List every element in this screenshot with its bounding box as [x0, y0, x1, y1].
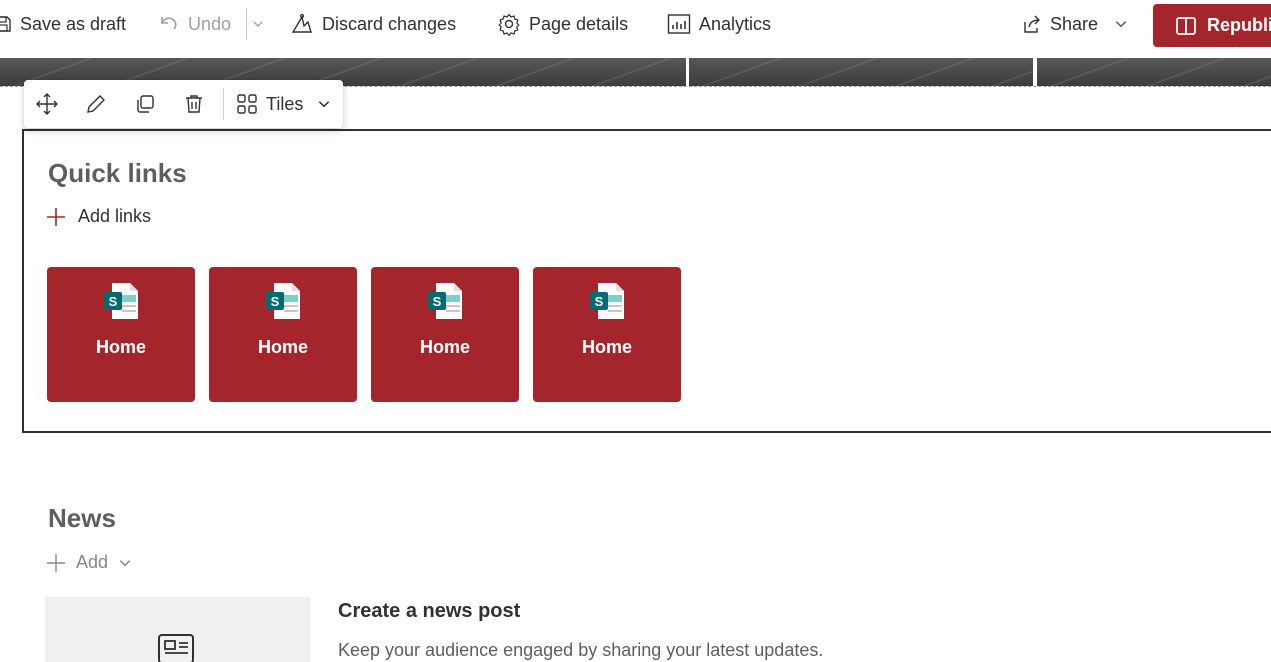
- chevron-down-icon: [1115, 21, 1127, 28]
- move-icon: [36, 93, 58, 115]
- news-add-label: Add: [76, 552, 109, 572]
- svg-text:S: S: [433, 294, 442, 309]
- duplicate-button[interactable]: [131, 90, 159, 118]
- webpart-toolbar: Tiles: [24, 80, 343, 128]
- banner-image-tile: [1037, 58, 1271, 86]
- layout-label: Tiles: [266, 93, 304, 114]
- toolbar-separator: [223, 88, 224, 120]
- undo-icon: [161, 17, 177, 30]
- sharepoint-page-icon: S: [428, 283, 462, 319]
- book-icon: [1176, 16, 1196, 35]
- create-news-post-link[interactable]: Create a news post: [338, 600, 520, 623]
- add-links-button[interactable]: Add links: [46, 206, 151, 227]
- command-bar: Save as draft Undo Discard changes Page …: [0, 0, 1271, 48]
- analytics-button[interactable]: Analytics: [667, 0, 771, 48]
- undo-button[interactable]: Undo: [158, 0, 231, 48]
- add-links-label: Add links: [78, 206, 152, 226]
- svg-text:S: S: [595, 294, 604, 309]
- tiles-layout-icon: [237, 94, 257, 114]
- edit-button[interactable]: [82, 90, 110, 118]
- layout-dropdown[interactable]: Tiles: [236, 80, 331, 128]
- quick-link-label: Home: [257, 337, 308, 357]
- quick-link-tile[interactable]: S Home: [533, 267, 681, 402]
- delete-icon: [186, 95, 202, 113]
- quick-link-tile[interactable]: S Home: [47, 267, 195, 402]
- svg-text:S: S: [109, 294, 118, 309]
- undo-dropdown-button[interactable]: [252, 0, 264, 48]
- duplicate-icon: [137, 95, 154, 113]
- move-button[interactable]: [33, 90, 61, 118]
- republish-label: Republi: [1207, 15, 1271, 35]
- page-details-label: Page details: [529, 13, 629, 34]
- edit-icon: [87, 95, 105, 113]
- discard-changes-label: Discard changes: [322, 13, 457, 34]
- quick-link-tile[interactable]: S Home: [209, 267, 357, 402]
- sharepoint-page-icon: S: [104, 283, 138, 319]
- gear-icon: [498, 13, 520, 36]
- plus-icon: [47, 553, 65, 572]
- undo-label: Undo: [188, 13, 232, 34]
- news-post-description: Keep your audience engaged by sharing yo…: [338, 640, 824, 660]
- plus-icon: [47, 207, 65, 226]
- save-icon: [0, 16, 11, 32]
- analytics-icon: [667, 14, 691, 34]
- quick-link-label: Home: [581, 337, 632, 357]
- chevron-down-icon: [319, 101, 330, 108]
- quick-links-title: Quick links: [48, 158, 187, 188]
- news-post-thumbnail[interactable]: [45, 597, 310, 662]
- undo-separator: [246, 8, 247, 40]
- chevron-down-icon: [253, 21, 263, 27]
- republish-button[interactable]: Republi: [1153, 4, 1271, 47]
- share-button[interactable]: Share: [1022, 0, 1128, 48]
- discard-changes-button[interactable]: Discard changes: [290, 0, 456, 48]
- quick-link-tile[interactable]: S Home: [371, 267, 519, 402]
- news-title: News: [48, 503, 116, 533]
- sharepoint-page-icon: S: [590, 283, 624, 319]
- svg-text:S: S: [271, 294, 280, 309]
- page-details-button[interactable]: Page details: [497, 0, 628, 48]
- save-as-draft-label: Save as draft: [20, 13, 127, 34]
- banner-image-tile: [689, 58, 1033, 86]
- sharepoint-page-icon: S: [266, 283, 300, 319]
- news-icon: [158, 634, 194, 662]
- save-as-draft-button[interactable]: Save as draft: [0, 0, 126, 48]
- delete-button[interactable]: [180, 90, 208, 118]
- discard-icon: [291, 13, 312, 33]
- share-label: Share: [1050, 13, 1099, 34]
- quick-link-label: Home: [419, 337, 470, 357]
- quick-link-label: Home: [95, 337, 146, 357]
- chevron-down-icon: [119, 559, 131, 566]
- analytics-label: Analytics: [699, 13, 772, 34]
- news-add-button[interactable]: Add: [46, 552, 132, 573]
- share-icon: [1024, 15, 1040, 33]
